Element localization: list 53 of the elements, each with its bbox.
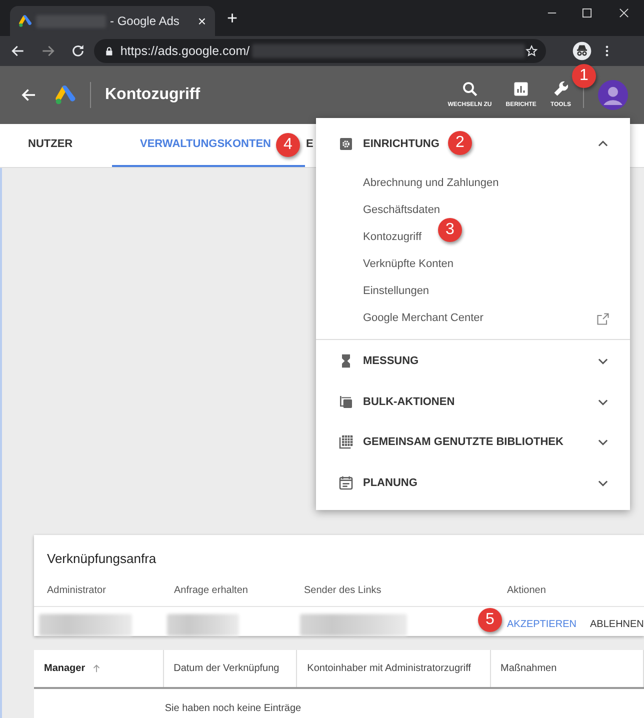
header-label: Kontoinhaber mit Administratorzugriff [307,662,471,676]
address-bar[interactable]: https://ads.google.com/ [94,39,546,63]
menu-item[interactable]: Google Merchant Center [363,310,484,327]
menu-item[interactable]: Geschäftsdaten [363,202,440,219]
bar-chart-icon [512,80,530,98]
new-tab-button[interactable]: + [226,8,239,28]
column-header: Sender des Links [304,584,382,598]
page-title: Kontozugriff [105,85,200,105]
tab[interactable]: E [306,124,336,167]
browser-tab[interactable]: - Google Ads × [10,6,215,36]
column-header: Aktionen [507,584,546,598]
redacted-text [167,614,239,636]
maximize-icon[interactable] [580,6,594,20]
menu-section-header[interactable]: MESSUNG [363,353,419,370]
sort-arrow-icon[interactable] [91,663,102,674]
empty-message: Sie haben noch keine Einträge [164,702,302,716]
calendar-icon [338,474,354,491]
menu-item[interactable]: Einstellungen [363,283,430,300]
external-link-icon[interactable] [596,312,610,326]
header-label: Manager [44,662,86,676]
menu-item[interactable]: Verknüpfte Konten [363,256,454,273]
tab-title: - Google Ads [110,13,180,30]
card-title: Verknüpfungsanfra [46,550,158,568]
avatar-icon[interactable] [598,80,628,110]
column-header: Anfrage erhalten [174,584,248,598]
google-ads-logo-icon [54,84,76,106]
header-label: Datum der Verknüpfung [174,662,280,676]
lock-icon [104,46,114,56]
wrench-icon [552,80,570,98]
close-icon[interactable] [617,6,631,20]
google-ads-logo-icon [18,14,32,28]
menu-section-header[interactable]: BULK-AKTIONEN [363,394,455,410]
grid-library-icon [338,434,354,450]
menu-item[interactable]: Abrechnung und Zahlungen [363,175,499,192]
decline-button[interactable]: ABLEHNEN [589,616,644,632]
menu-section-header[interactable]: EINRICHTUNG [363,136,440,152]
forward-icon[interactable] [40,43,56,59]
menu-section-header[interactable]: PLANUNG [363,474,418,491]
incognito-icon[interactable] [572,41,592,61]
menu-item[interactable]: Kontozugriff [363,229,422,246]
url-text: https://ads.google.com/ [120,42,250,60]
menu-section-header[interactable]: GEMEINSAM GENUTZTE BIBLIOTHEK [363,434,564,450]
back-icon[interactable] [10,43,26,59]
stacked-pages-icon [338,394,354,410]
reload-icon[interactable] [70,43,86,59]
tab-close-button[interactable]: × [196,10,207,32]
accept-button[interactable]: AKZEPTIEREN [506,616,578,632]
column-header: Administrator [47,584,106,598]
tab[interactable]: NUTZER [0,124,90,167]
gear-icon [338,136,354,152]
search-icon [460,80,479,98]
header-label: Maßnahmen [500,662,557,676]
star-icon[interactable] [524,44,538,58]
